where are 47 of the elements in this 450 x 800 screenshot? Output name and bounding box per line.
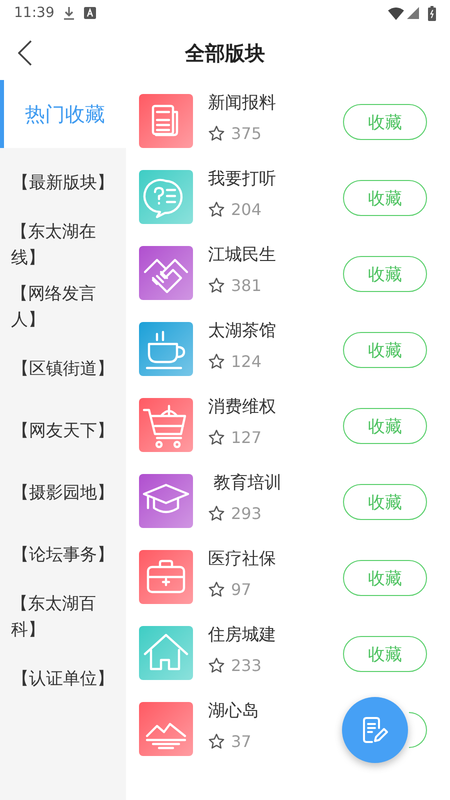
category-tab[interactable]: 【论坛事务】 [0,524,126,586]
favorite-count: 293 [231,504,262,523]
star-icon [208,353,225,370]
favorite-count: 233 [231,656,262,675]
favorite-count: 97 [231,580,252,599]
star-icon [208,125,225,142]
star-icon [208,657,225,674]
app-notification-icon [84,7,96,19]
forum-name: 新闻报料 [208,92,277,115]
page-title: 全部版块 [184,40,266,66]
forum-name: 消费维权 [208,396,277,419]
category-tab[interactable]: 【区镇街道】 [0,338,126,400]
compose-button[interactable] [342,697,408,763]
favorite-count: 37 [231,732,252,751]
favorite-button-edge[interactable] [409,712,427,748]
star-icon [208,733,225,750]
back-icon[interactable] [18,40,32,66]
forum-name: 教育培训 [212,472,282,495]
favorite-count: 204 [231,200,262,219]
favorite-count: 127 [231,428,262,447]
category-tab[interactable]: 【摄影园地】 [0,462,126,524]
edit-icon [362,716,388,744]
star-icon [208,277,225,294]
category-tab[interactable]: 【认证单位】 [0,648,126,710]
favorite-count: 124 [231,352,262,371]
forum-name: 住房城建 [208,624,277,647]
favorite-count: 381 [231,276,262,295]
forum-name: 湖心岛 [208,700,260,723]
category-tab[interactable]: 【网络发言人】 [0,276,126,338]
star-icon [208,201,225,218]
battery-icon [428,6,436,20]
forum-name: 江城民生 [208,244,277,267]
star-icon [208,429,225,446]
category-tab[interactable]: 【网友天下】 [0,400,126,462]
category-tab[interactable]: 【东太湖在线】 [0,214,126,276]
wifi-icon [388,6,404,20]
download-icon [63,6,76,20]
star-icon [208,505,225,522]
category-tab[interactable]: 【东太湖百科】 [0,586,126,648]
forum-name: 我要打听 [208,168,277,191]
favorite-count: 375 [231,124,262,143]
star-icon [208,581,225,598]
forum-name: 太湖茶馆 [208,320,277,343]
status-time: 11:39 [14,5,54,21]
category-tab[interactable]: 【最新版块】 [0,152,126,214]
forum-name: 医疗社保 [208,548,277,571]
signal-icon [407,7,419,19]
